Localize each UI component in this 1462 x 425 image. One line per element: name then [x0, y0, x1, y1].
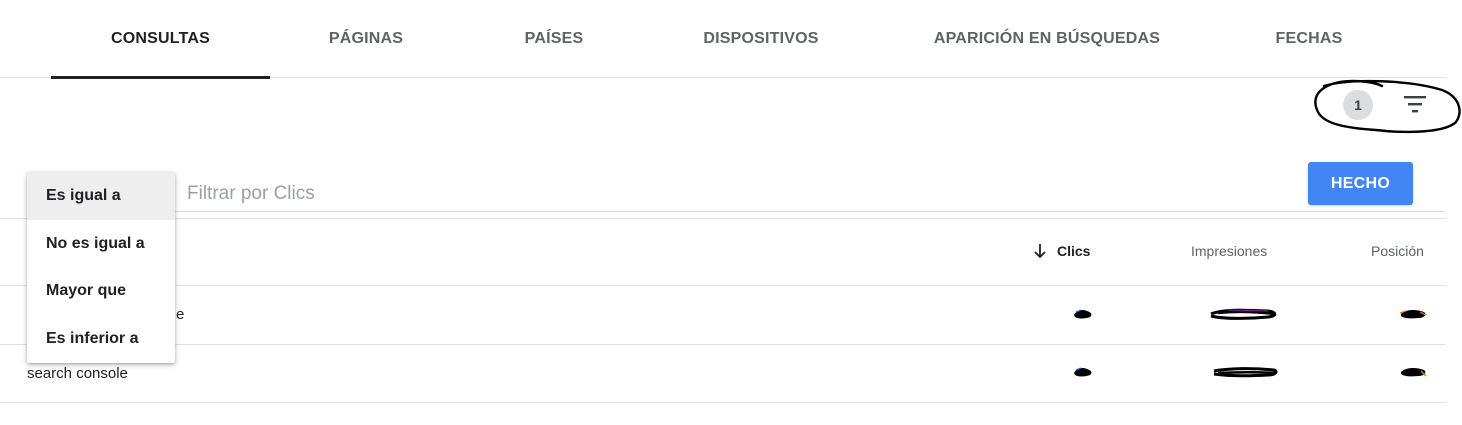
row-query-text: e — [176, 306, 185, 323]
redaction-scribble — [1213, 367, 1278, 378]
redaction-scribble — [1074, 367, 1092, 377]
menu-item-es-inferior-a[interactable]: Es inferior a — [27, 315, 175, 363]
menu-item-no-es-igual-a[interactable]: No es igual a — [27, 220, 175, 268]
row-query-text: search console — [27, 365, 128, 382]
redaction-scribble — [1399, 309, 1427, 319]
tab-dispositivos[interactable]: DISPOSITIVOS — [670, 0, 852, 78]
tab-paises[interactable]: PAÍSES — [484, 0, 624, 78]
menu-item-mayor-que[interactable]: Mayor que — [27, 268, 175, 316]
tab-aparicion-en-busquedas[interactable]: APARICIÓN EN BÚSQUEDAS — [920, 0, 1174, 78]
tab-paginas[interactable]: PÁGINAS — [290, 0, 442, 78]
column-header-impressions[interactable]: Impresiones — [1191, 243, 1267, 259]
column-header-clicks[interactable]: Clics — [1033, 243, 1090, 259]
menu-item-es-igual-a[interactable]: Es igual a — [27, 172, 175, 220]
divider — [0, 344, 1446, 345]
performance-report-card: CONSULTAS PÁGINAS PAÍSES DISPOSITIVOS AP… — [0, 0, 1461, 425]
divider — [0, 218, 1446, 219]
tab-consultas[interactable]: CONSULTAS — [51, 0, 270, 79]
filter-input-underline — [175, 211, 1445, 212]
redaction-scribble — [1074, 309, 1092, 319]
divider — [0, 402, 1446, 403]
tab-fechas[interactable]: FECHAS — [1234, 0, 1384, 78]
redaction-scribble — [1401, 367, 1427, 377]
hand-drawn-circle-annotation — [1314, 79, 1461, 134]
arrow-down-icon — [1034, 244, 1046, 259]
redaction-scribble — [1210, 308, 1277, 320]
divider — [0, 285, 1446, 286]
column-header-clicks-label: Clics — [1057, 243, 1091, 259]
filter-value-input[interactable] — [187, 178, 1187, 210]
filter-operator-menu: Es igual a No es igual a Mayor que Es in… — [27, 172, 175, 363]
done-button[interactable]: HECHO — [1308, 162, 1413, 205]
active-filters-badge[interactable]: 1 — [1343, 90, 1373, 120]
dimension-tabs: CONSULTAS PÁGINAS PAÍSES DISPOSITIVOS AP… — [0, 0, 1446, 79]
column-header-position[interactable]: Posición — [1371, 243, 1424, 259]
filter-list-icon[interactable] — [1401, 92, 1429, 116]
